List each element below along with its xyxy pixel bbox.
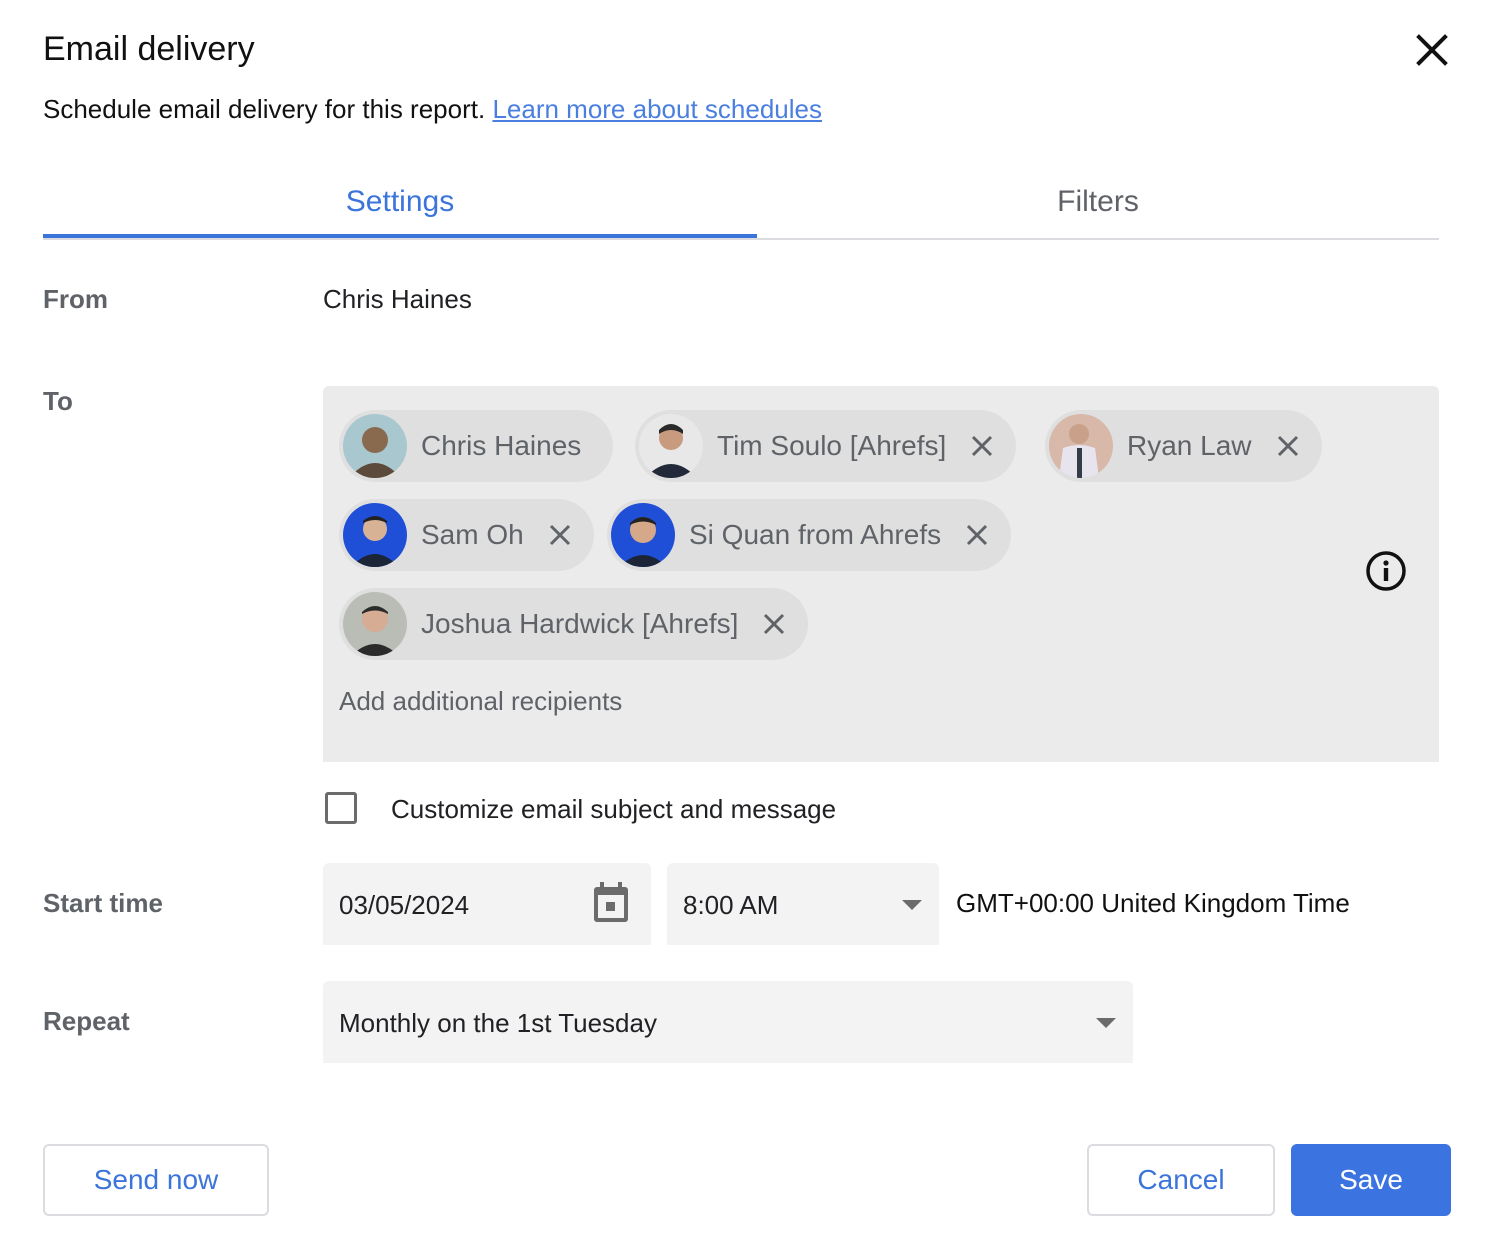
avatar	[343, 592, 407, 656]
tab-filters[interactable]: Filters	[757, 170, 1439, 236]
remove-recipient-icon[interactable]	[760, 610, 788, 638]
recipient-chip: Joshua Hardwick [Ahrefs]	[339, 588, 809, 660]
recipient-chip: Si Quan from Ahrefs	[607, 499, 1012, 571]
recipient-chip: Sam Oh	[339, 499, 594, 571]
add-recipients-input[interactable]	[339, 686, 1239, 717]
recipient-chip: Tim Soulo [Ahrefs]	[635, 410, 1017, 482]
from-value: Chris Haines	[323, 284, 472, 314]
recipients-field[interactable]: Chris Haines Tim Soulo [Ahrefs] Ryan Law…	[323, 386, 1439, 762]
avatar	[639, 414, 703, 478]
start-date-input[interactable]: 03/05/2024	[323, 863, 651, 945]
tab-bar: Settings Filters	[43, 170, 1439, 240]
close-icon	[1416, 34, 1448, 66]
learn-more-link[interactable]: Learn more about schedules	[492, 94, 822, 124]
close-button[interactable]	[1410, 28, 1454, 72]
dropdown-arrow-icon	[1096, 1018, 1116, 1028]
save-button[interactable]: Save	[1291, 1144, 1451, 1216]
dialog-subtitle: Schedule email delivery for this report.…	[43, 94, 822, 125]
recipient-chip: Ryan Law	[1045, 410, 1322, 482]
start-time-label: Start time	[43, 888, 163, 918]
start-time-select[interactable]: 8:00 AM	[667, 863, 939, 945]
info-icon	[1366, 551, 1406, 591]
start-date-value: 03/05/2024	[339, 890, 470, 920]
recipient-name: Joshua Hardwick [Ahrefs]	[421, 608, 739, 639]
recipient-name: Si Quan from Ahrefs	[689, 519, 942, 550]
to-label: To	[43, 386, 73, 416]
info-button[interactable]	[1365, 550, 1407, 592]
remove-recipient-icon[interactable]	[963, 521, 991, 549]
recipient-name: Tim Soulo [Ahrefs]	[717, 430, 947, 461]
customize-checkbox[interactable]	[325, 792, 357, 824]
remove-recipient-icon[interactable]	[1274, 432, 1302, 460]
remove-recipient-icon[interactable]	[546, 521, 574, 549]
avatar	[343, 503, 407, 567]
recipient-name: Ryan Law	[1127, 430, 1252, 461]
customize-checkbox-label[interactable]: Customize email subject and message	[391, 794, 836, 825]
cancel-button[interactable]: Cancel	[1087, 1144, 1275, 1216]
avatar	[343, 414, 407, 478]
recipient-name: Chris Haines	[421, 430, 582, 461]
repeat-value: Monthly on the 1st Tuesday	[339, 1008, 657, 1038]
remove-recipient-icon[interactable]	[968, 432, 996, 460]
dialog-title: Email delivery	[43, 30, 255, 68]
send-now-button[interactable]: Send now	[43, 1144, 269, 1216]
subtitle-text: Schedule email delivery for this report.	[43, 94, 486, 124]
avatar	[611, 503, 675, 567]
from-label: From	[43, 284, 108, 314]
timezone-text: GMT+00:00 United Kingdom Time	[956, 888, 1350, 918]
dropdown-arrow-icon	[902, 900, 922, 910]
tab-settings[interactable]: Settings	[43, 170, 757, 238]
repeat-select[interactable]: Monthly on the 1st Tuesday	[323, 981, 1133, 1063]
start-time-value: 8:00 AM	[683, 890, 779, 920]
recipient-chip: Chris Haines	[339, 410, 614, 482]
recipient-name: Sam Oh	[421, 519, 524, 550]
avatar	[1049, 414, 1113, 478]
repeat-label: Repeat	[43, 1006, 130, 1036]
calendar-icon[interactable]	[591, 881, 631, 925]
